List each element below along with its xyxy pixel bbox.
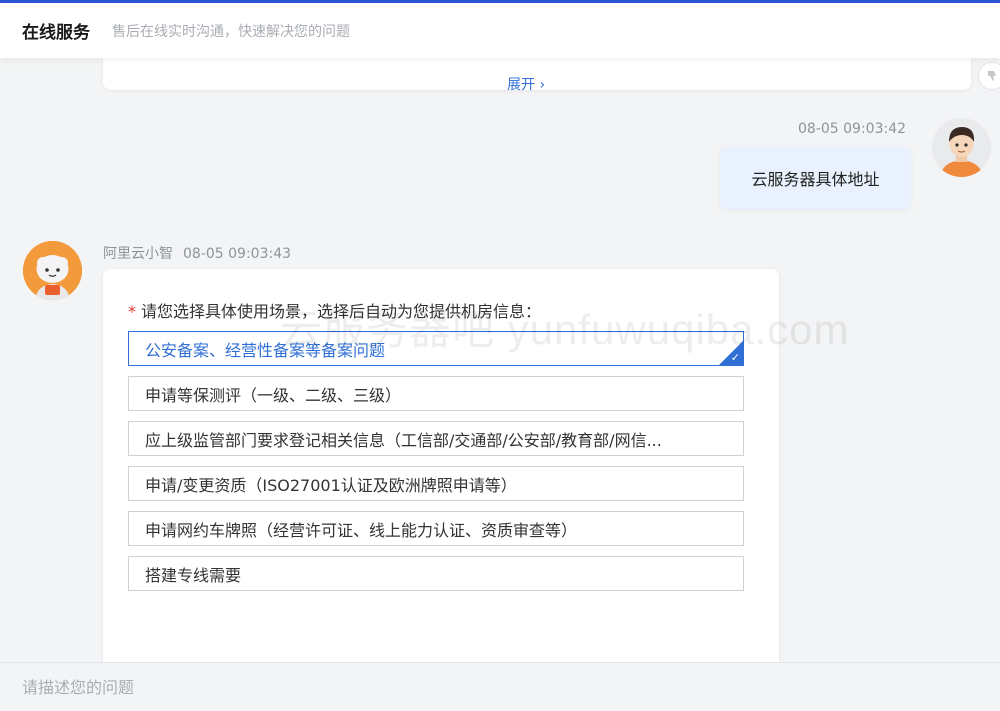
scenario-option-regulator-registration[interactable]: 应上级监管部门要求登记相关信息（工信部/交通部/公安部/教育部/网信... [128,421,744,456]
scenario-prompt-text: 请您选择具体使用场景，选择后自动为您提供机房信息： [141,302,542,321]
required-mark: * [128,302,136,321]
bot-message-card: * 请您选择具体使用场景，选择后自动为您提供机房信息： 公安备案、经营性备案等备案… [103,269,779,662]
option-label: 应上级监管部门要求登记相关信息（工信部/交通部/公安部/教育部/网信... [145,430,662,450]
option-label: 搭建专线需要 [145,565,242,585]
scenario-option-qualification[interactable]: 申请/变更资质（ISO27001认证及欧洲牌照申请等） [128,466,744,501]
question-input[interactable] [22,673,972,701]
thumbs-down-icon[interactable] [978,62,1000,90]
checkmark-icon: ✓ [730,351,740,364]
expand-link[interactable]: 展开 › [507,74,545,94]
chat-area[interactable]: 展开 › 08-05 09:03:42 云服务器具体地址 阿里云小智 08-05… [0,58,1000,662]
bot-message-timestamp: 08-05 09:03:43 [183,246,292,262]
scenario-prompt: * 请您选择具体使用场景，选择后自动为您提供机房信息： [128,298,541,322]
bot-avatar [23,241,82,300]
user-message-timestamp: 08-05 09:03:42 [798,121,907,137]
page-subtitle: 售后在线实时沟通，快速解决您的问题 [112,23,350,40]
scenario-option-mlps-assessment[interactable]: 申请等保测评（一级、二级、三级） [128,376,744,411]
option-label: 申请网约车牌照（经营许可证、线上能力认证、资质审查等） [145,520,578,540]
user-avatar [932,118,991,177]
bot-name: 阿里云小智 [103,246,173,262]
scenario-option-filing[interactable]: 公安备案、经营性备案等备案问题 ✓ [128,331,744,366]
option-label: 申请/变更资质（ISO27001认证及欧洲牌照申请等） [145,475,517,495]
previous-message-card: 展开 › [103,58,971,93]
scenario-option-ride-hailing-license[interactable]: 申请网约车牌照（经营许可证、线上能力认证、资质审查等） [128,511,744,546]
page-title: 在线服务 [22,23,90,43]
bot-name-line: 阿里云小智 08-05 09:03:43 [103,243,301,263]
input-bar [0,662,1000,711]
scenario-option-dedicated-line[interactable]: 搭建专线需要 [128,556,744,591]
option-label: 公安备案、经营性备案等备案问题 [145,340,386,360]
user-message-bubble: 云服务器具体地址 [720,147,911,209]
option-label: 申请等保测评（一级、二级、三级） [145,385,402,405]
header: 在线服务 售后在线实时沟通，快速解决您的问题 [0,3,1000,58]
